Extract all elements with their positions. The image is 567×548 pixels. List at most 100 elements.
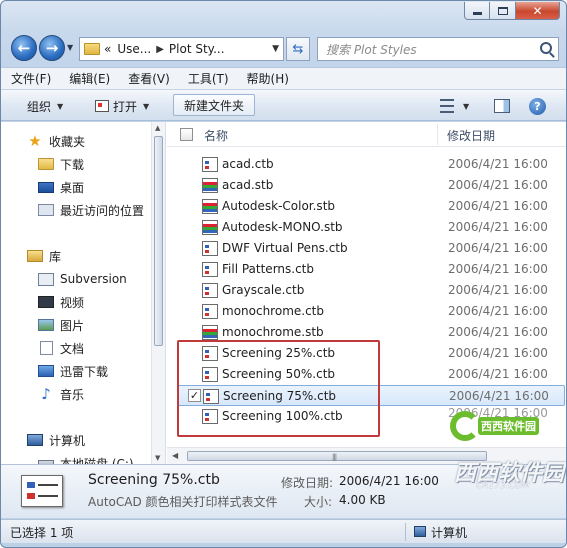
address-bar[interactable]: « Use... ▶ Plot Sty... ▼ [79,37,284,61]
refresh-icon: ⇆ [292,41,304,57]
computer-icon [414,526,426,537]
table-row[interactable]: Autodesk-MONO.stb 2006/4/21 16:00 [177,217,565,238]
table-row[interactable]: DWF Virtual Pens.ctb 2006/4/21 16:00 [177,238,565,259]
file-name: Autodesk-Color.stb [222,199,336,213]
organize-button[interactable]: 组织 ▼ [27,96,63,116]
arrow-right-icon: → [45,39,59,57]
row-checkbox[interactable]: ✓ [188,389,201,402]
scroll-left-icon[interactable]: ◀ [172,451,178,460]
select-all-checkbox[interactable] [180,128,193,141]
stb-file-icon [202,220,218,235]
content-area: ★ 收藏夹 下载 桌面 最近访问的位置 库 Subversion 视频 图片 文… [1,122,566,464]
folder-icon [84,43,100,55]
nav-scrollbar[interactable]: ▲ ▼ [151,122,165,464]
address-row: ← → ▼ « Use... ▶ Plot Sty... ▼ ⇆ 搜索 Plot… [1,31,566,65]
nav-documents[interactable]: 文档 [38,337,84,359]
nav-subversion[interactable]: Subversion [38,268,127,290]
nav-subversion-label: Subversion [60,272,127,286]
preview-pane-button[interactable] [494,99,510,113]
chevron-down-icon: ▼ [463,101,470,111]
nav-downloads[interactable]: 下载 [38,153,84,175]
column-name[interactable]: 名称 [204,127,228,144]
table-row[interactable]: acad.stb 2006/4/21 16:00 [177,175,565,196]
scroll-down-icon[interactable]: ▼ [155,454,160,462]
file-name: monochrome.stb [222,325,324,339]
file-name: Grayscale.ctb [222,283,305,297]
recent-pages-dropdown[interactable]: ▼ [67,43,77,53]
table-row[interactable]: Screening 25%.ctb 2006/4/21 16:00 [177,343,565,364]
nav-pictures[interactable]: 图片 [38,314,84,336]
scroll-up-icon[interactable]: ▲ [155,124,160,132]
breadcrumb-separator-icon[interactable]: ▶ [156,44,164,55]
nav-videos[interactable]: 视频 [38,291,84,313]
table-row[interactable]: acad.ctb 2006/4/21 16:00 [177,154,565,175]
nav-thunder[interactable]: 迅雷下载 [38,360,108,382]
details-file-name: Screening 75%.ctb [88,472,220,488]
folder-icon [38,158,54,170]
table-row[interactable]: Autodesk-Color.stb 2006/4/21 16:00 [177,196,565,217]
horizontal-scrollbar[interactable]: ◀ ||| [167,447,566,464]
menu-file[interactable]: 文件(F) [11,70,51,87]
table-row[interactable]: Screening 50%.ctb 2006/4/21 16:00 [177,364,565,385]
table-row[interactable]: ✓ Screening 75%.ctb 2006/4/21 16:00 [177,385,565,406]
help-button[interactable]: ? [529,98,546,115]
column-divider[interactable] [437,124,438,145]
nav-local-disk[interactable]: 本地磁盘 (C:) [38,452,134,464]
menu-view[interactable]: 查看(V) [128,70,170,87]
caption-buttons: ✕ [464,2,560,20]
file-date: 2006/4/21 16:00 [448,367,548,381]
menu-help[interactable]: 帮助(H) [247,70,289,87]
table-row[interactable]: Fill Patterns.ctb 2006/4/21 16:00 [177,259,565,280]
file-date: 2006/4/21 16:00 [448,304,548,318]
table-row[interactable]: Grayscale.ctb 2006/4/21 16:00 [177,280,565,301]
view-options-dropdown[interactable]: ▼ [463,96,469,116]
breadcrumb-plot-styles[interactable]: Plot Sty... [169,42,225,56]
file-type-icon [21,475,63,507]
breadcrumb-users[interactable]: Use... [117,42,151,56]
status-location: 计算机 [431,526,468,540]
nav-documents-label: 文档 [60,341,85,356]
recent-places-icon [38,204,54,216]
nav-libraries[interactable]: 库 [27,245,61,267]
file-date: 2006/4/21 16:00 [448,199,548,213]
search-placeholder: 搜索 Plot Styles [326,42,417,57]
maximize-button[interactable] [490,2,516,20]
menu-edit[interactable]: 编辑(E) [69,70,110,87]
close-button[interactable]: ✕ [516,2,560,20]
document-icon [40,341,53,355]
ctb-file-icon [202,409,218,424]
search-input[interactable]: 搜索 Plot Styles [317,37,559,61]
close-icon: ✕ [532,3,543,18]
table-row[interactable]: monochrome.ctb 2006/4/21 16:00 [177,301,565,322]
star-icon: ★ [28,132,42,150]
breadcrumb-overflow[interactable]: « [104,42,111,56]
change-view-button[interactable] [439,96,455,116]
refresh-button[interactable]: ⇆ [286,37,310,61]
nav-thunder-label: 迅雷下载 [60,364,109,379]
horizontal-scroll-thumb[interactable]: ||| [187,451,487,461]
nav-computer[interactable]: 计算机 [27,429,85,451]
back-button[interactable]: ← [11,35,37,61]
nav-recent[interactable]: 最近访问的位置 [38,199,144,221]
nav-music[interactable]: ♪ 音乐 [38,383,84,405]
status-bar: 已选择 1 项 计算机 [1,519,566,543]
nav-desktop[interactable]: 桌面 [38,176,84,198]
file-date: 2006/4/21 16:00 [448,241,548,255]
chevron-down-icon: ▼ [57,101,64,111]
column-date[interactable]: 修改日期 [447,127,495,144]
menu-tools[interactable]: 工具(T) [188,70,229,87]
search-icon[interactable] [540,42,552,54]
table-row[interactable]: monochrome.stb 2006/4/21 16:00 [177,322,565,343]
nav-scroll-thumb[interactable] [154,136,163,346]
address-dropdown-icon[interactable]: ▼ [272,44,279,54]
ctb-file-icon [202,283,218,298]
forward-button[interactable]: → [39,35,65,61]
minimize-button[interactable] [464,2,490,20]
maximize-icon [497,6,508,15]
nav-favorites[interactable]: ★ 收藏夹 [27,130,85,152]
views-icon [440,99,454,101]
new-folder-button[interactable]: 新建文件夹 [173,94,256,116]
open-button[interactable]: 打开 ▼ [95,96,149,116]
new-folder-label: 新建文件夹 [184,98,245,113]
status-divider [405,523,406,541]
